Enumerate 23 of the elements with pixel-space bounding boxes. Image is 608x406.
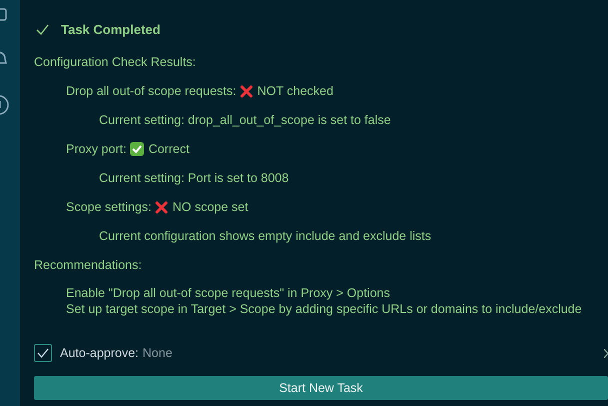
cross-icon — [240, 84, 254, 98]
check-result: Correct — [148, 141, 190, 157]
check-detail: Current setting: Port is set to 8008 — [99, 170, 290, 186]
check-label: Proxy port: — [66, 141, 126, 157]
check-label: Scope settings: — [66, 199, 152, 215]
recommendations-heading: Recommendations: — [34, 257, 143, 273]
checkmark-icon — [36, 24, 49, 34]
auto-approve-label: Auto-approve: — [60, 346, 139, 360]
checkmark-icon — [37, 348, 49, 358]
start-new-task-button[interactable]: Start New Task — [34, 376, 608, 400]
results-heading: Configuration Check Results: — [34, 54, 197, 70]
check-detail: Current setting: drop_all_out_of_scope is set to false — [99, 112, 392, 128]
recommendation-text: Set up target scope in Target > Scope by adding specific URLs or domains to include/exclude — [66, 301, 583, 317]
task-status-title: Task Completed — [61, 22, 160, 36]
auto-approve-value: None — [142, 346, 172, 360]
check-detail: Current configuration shows empty include and exclude lists — [99, 228, 432, 244]
check-result: NOT checked — [257, 83, 334, 99]
check-icon — [130, 142, 144, 156]
check-result: NO scope set — [172, 199, 248, 215]
recommendation-text: Enable "Drop all out-of scope requests" in Proxy > Options — [66, 285, 391, 301]
cross-icon — [155, 200, 168, 214]
check-label: Drop all out-of scope requests: — [66, 83, 236, 99]
auto-approve-checkbox[interactable] — [34, 344, 52, 362]
